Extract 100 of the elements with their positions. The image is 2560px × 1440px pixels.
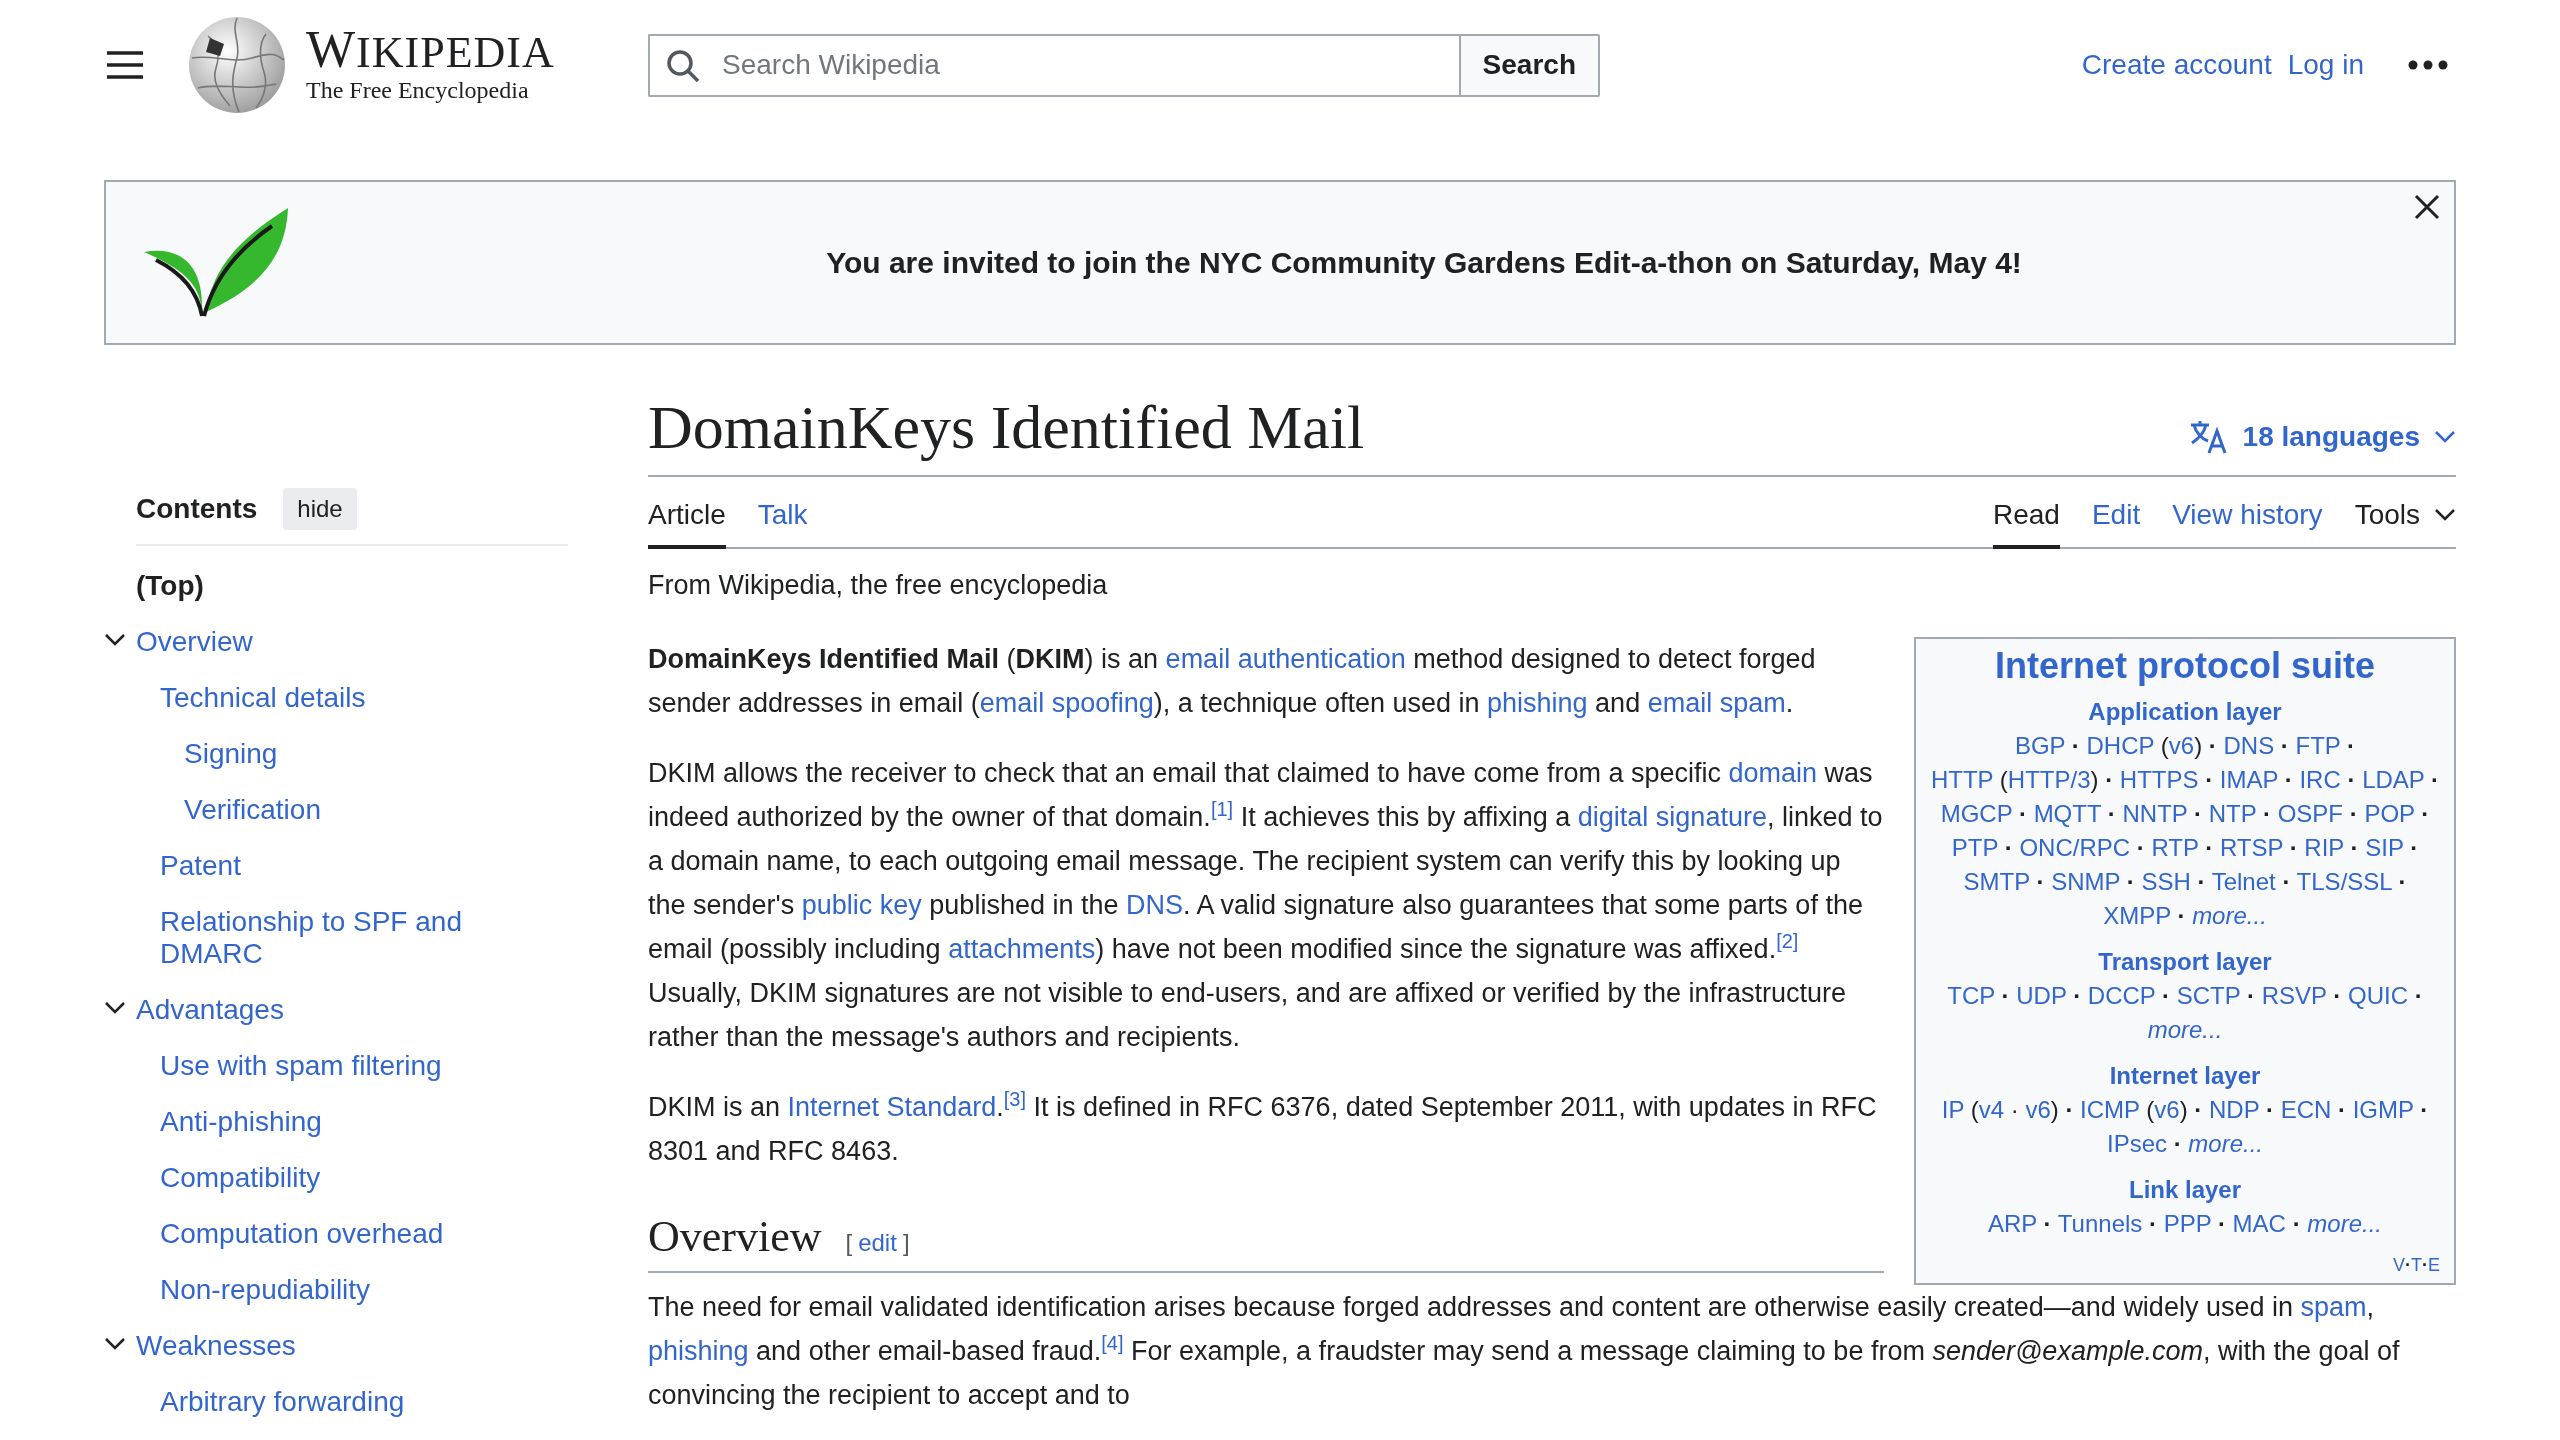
inline-link[interactable]: domain — [1728, 758, 1818, 788]
protocol-link[interactable]: v6 — [2168, 732, 2195, 759]
more-link[interactable]: more... — [2307, 1210, 2382, 1237]
search-field[interactable]: Search Wikipedia — [648, 33, 1459, 97]
toc-link[interactable]: Anti-phishing — [160, 1106, 322, 1138]
protocol-link[interactable]: SMTP — [1963, 868, 2030, 895]
protocol-link[interactable]: IP — [1941, 1096, 1964, 1123]
inline-link[interactable]: email authentication — [1165, 644, 1406, 674]
toc-link[interactable]: Verification — [184, 794, 321, 826]
protocol-link[interactable]: UDP — [2016, 982, 2067, 1009]
protocol-link[interactable]: POP — [2364, 800, 2415, 827]
protocol-link[interactable]: ECN — [2280, 1096, 2332, 1123]
tab[interactable]: Talk — [757, 477, 808, 549]
tab[interactable]: Read — [1993, 477, 2060, 549]
protocol-link[interactable]: IMAP — [2219, 766, 2279, 793]
protocol-link[interactable]: NTP — [2208, 800, 2257, 827]
inline-link[interactable]: email spoofing — [979, 688, 1154, 718]
inline-link[interactable]: attachments — [948, 934, 1096, 964]
more-link[interactable]: more... — [2147, 1016, 2223, 1043]
tab[interactable]: Article — [648, 477, 726, 549]
protocol-link[interactable]: v6 — [2025, 1096, 2051, 1123]
tab[interactable]: View history — [2172, 477, 2323, 549]
close-icon[interactable] — [2412, 192, 2442, 222]
toc-link[interactable]: Technical details — [160, 682, 366, 714]
protocol-link[interactable]: v4 — [1978, 1096, 2005, 1123]
protocol-link[interactable]: NNTP — [2122, 800, 2188, 827]
inline-link[interactable]: spam — [2300, 1292, 2367, 1322]
protocol-link[interactable]: Tunnels — [2057, 1210, 2143, 1237]
protocol-link[interactable]: RIP — [2304, 834, 2344, 861]
toc-link[interactable]: Computation overhead — [160, 1218, 444, 1250]
protocol-link[interactable]: ARP — [1988, 1210, 2037, 1237]
reference-link[interactable]: [1] — [1210, 798, 1234, 820]
toc-link[interactable]: Weaknesses — [136, 1330, 296, 1362]
protocol-link[interactable]: XMPP — [2103, 902, 2171, 929]
protocol-link[interactable]: PPP — [2163, 1210, 2212, 1237]
infobox-heading[interactable]: Internet layer — [2109, 1059, 2261, 1093]
inline-link[interactable]: phishing — [648, 1336, 749, 1366]
protocol-link[interactable]: RTSP — [2219, 834, 2283, 861]
hide-button[interactable]: hide — [283, 488, 357, 530]
more-link[interactable]: more... — [2192, 902, 2267, 929]
toc-link[interactable]: Non-repudiability — [160, 1274, 371, 1306]
protocol-link[interactable]: SIP — [2365, 834, 2404, 861]
navbox-link[interactable]: E — [2428, 1255, 2440, 1275]
inline-link[interactable]: DNS — [1126, 890, 1183, 920]
toc-link[interactable]: Use with spam filtering — [160, 1050, 442, 1082]
inline-link[interactable]: Internet Standard — [787, 1092, 997, 1122]
reference-link[interactable]: [3] — [1003, 1088, 1026, 1110]
protocol-link[interactable]: NDP — [2209, 1096, 2260, 1123]
protocol-link[interactable]: IGMP — [2352, 1096, 2414, 1123]
tools-menu[interactable]: Tools — [2354, 477, 2456, 549]
wikipedia-logo[interactable]: WIKIPEDIA The Free Encyclopedia — [188, 16, 555, 114]
reference-link[interactable]: [2] — [1776, 930, 1799, 952]
protocol-link[interactable]: TLS/SSL — [2296, 868, 2392, 895]
toc-link[interactable]: Arbitrary forwarding — [160, 1386, 405, 1418]
protocol-link[interactable]: OSPF — [2277, 800, 2344, 827]
protocol-link[interactable]: DHCP — [2086, 732, 2155, 759]
toc-link[interactable]: Compatibility — [160, 1162, 321, 1194]
navbox-link[interactable]: V — [2392, 1255, 2405, 1275]
protocol-link[interactable]: MQTT — [2033, 800, 2102, 827]
protocol-link[interactable]: MAC — [2232, 1210, 2286, 1237]
infobox-heading[interactable]: Link layer — [2128, 1173, 2242, 1207]
protocol-link[interactable]: ICMP — [2080, 1096, 2140, 1123]
more-options-icon[interactable] — [2408, 60, 2448, 70]
toc-link[interactable]: Patent — [160, 850, 241, 882]
reference-link[interactable]: [4] — [1101, 1332, 1124, 1354]
protocol-link[interactable]: QUIC — [2347, 982, 2408, 1009]
protocol-link[interactable]: v6 — [2154, 1096, 2180, 1123]
inline-link[interactable]: email spam — [1647, 688, 1786, 718]
languages-button[interactable]: 18 languages — [2188, 419, 2456, 455]
protocol-link[interactable]: DNS — [2223, 732, 2275, 759]
protocol-link[interactable]: SSH — [2141, 868, 2191, 895]
protocol-link[interactable]: DCCP — [2087, 982, 2156, 1009]
protocol-link[interactable]: BGP — [2014, 732, 2066, 759]
toc-link[interactable]: Signing — [184, 738, 278, 770]
protocol-link[interactable]: IRC — [2299, 766, 2341, 793]
protocol-link[interactable]: IPsec — [2106, 1130, 2167, 1157]
protocol-link[interactable]: RSVP — [2261, 982, 2327, 1009]
protocol-link[interactable]: LDAP — [2362, 766, 2425, 793]
protocol-link[interactable]: Telnet — [2211, 868, 2276, 895]
user-link[interactable]: Create account — [2081, 49, 2272, 81]
protocol-link[interactable]: FTP — [2295, 732, 2341, 759]
protocol-link[interactable]: ONC/RPC — [2019, 834, 2131, 861]
menu-icon[interactable] — [106, 50, 144, 80]
infobox-title[interactable]: Internet protocol suite — [1930, 643, 2440, 689]
infobox-heading[interactable]: Application layer — [2088, 695, 2282, 729]
user-link[interactable]: Log in — [2287, 49, 2364, 81]
tab[interactable]: Edit — [2091, 477, 2141, 549]
toc-link[interactable]: (Top) — [136, 570, 204, 602]
search-button[interactable]: Search — [1458, 33, 1600, 97]
toc-link[interactable]: Advantages — [136, 994, 284, 1026]
inline-link[interactable]: digital signature — [1577, 802, 1767, 832]
infobox-heading[interactable]: Transport layer — [2098, 945, 2272, 979]
protocol-link[interactable]: PTP — [1951, 834, 1999, 861]
protocol-link[interactable]: HTTP/3 — [2007, 766, 2091, 793]
protocol-link[interactable]: MGCP — [1940, 800, 2013, 827]
edit-link[interactable]: edit — [858, 1221, 897, 1265]
more-link[interactable]: more... — [2188, 1130, 2264, 1157]
protocol-link[interactable]: HTTP — [1930, 766, 1994, 793]
inline-link[interactable]: phishing — [1487, 688, 1588, 718]
inline-link[interactable]: public key — [801, 890, 922, 920]
